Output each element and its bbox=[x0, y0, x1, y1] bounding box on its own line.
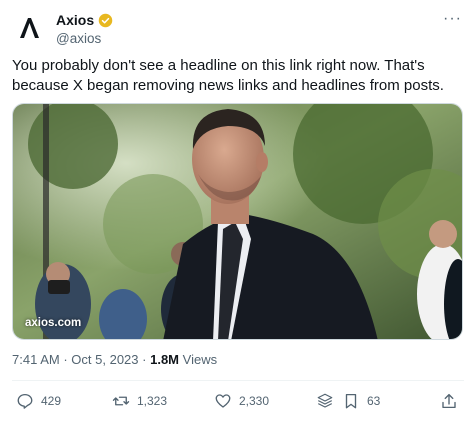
tweet-header: Axios @axios ··· bbox=[12, 10, 464, 50]
bookmark-button[interactable]: 63 bbox=[342, 390, 380, 412]
like-button[interactable]: 2,330 bbox=[214, 390, 269, 412]
tweet-time[interactable]: 7:41 AM bbox=[12, 352, 60, 367]
more-options-icon[interactable]: ··· bbox=[443, 10, 462, 28]
share-button[interactable] bbox=[440, 390, 458, 412]
tweet-text: You probably don't see a headline on thi… bbox=[12, 57, 444, 94]
like-count: 2,330 bbox=[239, 394, 270, 408]
repost-count: 1,323 bbox=[137, 394, 168, 408]
link-card-image[interactable]: axios.com bbox=[12, 103, 463, 340]
action-bar: 429 1,323 2,330 63 bbox=[12, 390, 464, 412]
account-handle[interactable]: @axios bbox=[56, 30, 113, 47]
repost-icon bbox=[112, 396, 130, 406]
reply-icon bbox=[17, 393, 33, 409]
stack-icon bbox=[317, 393, 333, 408]
tweet-date[interactable]: Oct 5, 2023 bbox=[71, 352, 138, 367]
news-photo bbox=[13, 104, 462, 339]
axios-logo-icon bbox=[20, 18, 39, 38]
bookmark-icon bbox=[345, 393, 357, 409]
avatar[interactable] bbox=[12, 10, 48, 46]
meta-separator: · bbox=[142, 352, 147, 367]
display-name[interactable]: Axios bbox=[56, 12, 94, 29]
meta-separator: · bbox=[63, 352, 68, 367]
tweet-meta: 7:41 AM · Oct 5, 2023 · 1.8M Views bbox=[12, 352, 217, 368]
link-domain[interactable]: axios.com bbox=[25, 317, 81, 329]
heart-icon bbox=[215, 394, 231, 408]
reply-button[interactable]: 429 bbox=[16, 390, 61, 412]
reply-count: 429 bbox=[41, 394, 62, 408]
stack-button[interactable] bbox=[316, 390, 334, 412]
repost-button[interactable]: 1,323 bbox=[112, 390, 167, 412]
verified-badge-icon bbox=[98, 13, 113, 28]
views-count: 1.8M bbox=[150, 352, 180, 367]
bookmark-count: 63 bbox=[367, 394, 381, 408]
share-icon bbox=[442, 393, 456, 409]
divider bbox=[12, 380, 464, 381]
views-label: Views bbox=[182, 352, 218, 367]
